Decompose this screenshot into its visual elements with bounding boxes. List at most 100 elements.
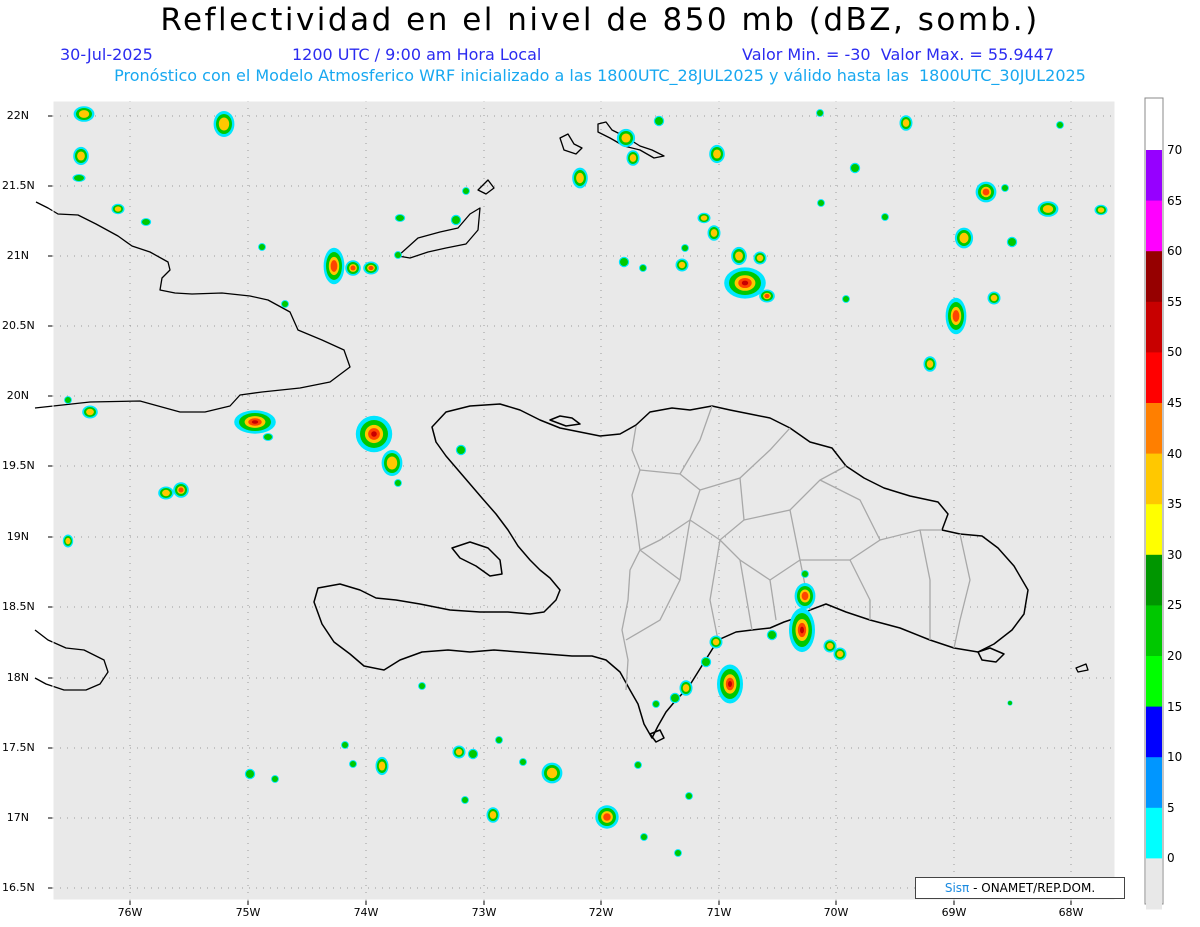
colorbar-label: 0 <box>1167 851 1175 866</box>
colorbar-segment <box>1146 757 1162 809</box>
storm-cell <box>923 356 937 372</box>
storm-cell <box>281 300 289 308</box>
colorbar-segment <box>1146 251 1162 303</box>
storm-cell <box>681 244 689 252</box>
storm-cell <box>455 444 467 456</box>
latitude-label: 18N <box>6 671 29 684</box>
storm-cell <box>975 181 997 203</box>
storm-cell <box>375 756 389 776</box>
storm-cell <box>262 433 274 441</box>
storm-cell <box>258 243 266 251</box>
colorbar-label: 50 <box>1167 345 1183 360</box>
colorbar-label: 20 <box>1167 649 1183 663</box>
storm-cell <box>73 106 95 122</box>
storm-cell <box>789 607 815 653</box>
storm-cell <box>72 174 86 182</box>
storm-cell <box>1006 236 1018 248</box>
storm-cell <box>495 736 503 744</box>
longitude-label: 70W <box>823 906 849 919</box>
latitude-label: 21N <box>6 249 29 262</box>
latitude-label: 16.5N <box>2 881 35 894</box>
colorbar-segment <box>1146 706 1162 758</box>
storm-cell <box>595 805 619 829</box>
reflectivity-map <box>34 97 1164 910</box>
colorbar-label: 5 <box>1167 800 1175 815</box>
storm-cell <box>899 115 913 131</box>
longitude-label: 73W <box>471 906 497 919</box>
storm-cell <box>394 479 402 487</box>
storm-cell <box>945 297 967 335</box>
colorbar-label: 45 <box>1167 396 1183 410</box>
colorbar-label: 10 <box>1167 750 1183 765</box>
colorbar-segment <box>1146 453 1162 505</box>
colorbar-segment <box>1146 656 1162 708</box>
storm-cell <box>1094 204 1108 216</box>
longitude-label: 76W <box>117 906 143 919</box>
storm-cell <box>140 218 152 226</box>
colorbar-cap <box>1146 99 1162 150</box>
storm-cell <box>639 264 647 272</box>
storm-cell <box>816 109 824 117</box>
storm-cell <box>697 212 711 224</box>
storm-cell <box>341 741 349 749</box>
colorbar-label: 15 <box>1167 699 1183 714</box>
storm-cell <box>653 115 665 127</box>
storm-cell <box>766 629 778 641</box>
storm-cell <box>759 289 775 303</box>
latitude-label: 21.5N <box>2 179 35 192</box>
storm-cell <box>418 682 426 690</box>
storm-cell <box>111 203 125 215</box>
storm-cell <box>881 213 889 221</box>
storm-cell <box>817 199 825 207</box>
storm-cell <box>669 692 681 704</box>
colorbar-segment <box>1146 858 1162 910</box>
plot-area <box>53 101 1115 900</box>
storm-cell <box>833 647 847 661</box>
storm-cell <box>62 534 74 548</box>
storm-cell <box>685 792 693 800</box>
storm-cell <box>519 758 527 766</box>
storm-cell <box>541 762 563 784</box>
storm-cell <box>731 246 747 266</box>
storm-cell <box>626 150 640 166</box>
latitude-label: 22N <box>6 109 29 122</box>
colorbar-label: 40 <box>1167 446 1183 461</box>
colorbar-label: 30 <box>1167 547 1183 562</box>
storm-cell <box>323 247 345 285</box>
longitude-label: 71W <box>706 906 732 919</box>
colorbar-label: 60 <box>1167 244 1183 259</box>
storm-cell <box>1001 184 1009 192</box>
latitude-label: 18.5N <box>2 600 35 613</box>
latitude-label: 17.5N <box>2 741 35 754</box>
longitude-label: 74W <box>353 906 379 919</box>
storm-cell <box>616 128 636 148</box>
latitude-label: 20.5N <box>2 319 35 332</box>
storm-cell <box>572 167 588 189</box>
colorbar-segment <box>1146 605 1162 657</box>
longitude-label: 69W <box>941 906 967 919</box>
storm-cell <box>709 144 725 164</box>
longitude-label: 72W <box>588 906 614 919</box>
storm-cell <box>467 748 479 760</box>
colorbar-segment <box>1146 301 1162 353</box>
longitude-label: 68W <box>1058 906 1084 919</box>
colorbar-segment <box>1146 403 1162 455</box>
storm-cell <box>954 227 974 249</box>
storm-cell <box>700 656 712 668</box>
storm-cell <box>794 583 816 609</box>
colorbar-segment <box>1146 807 1162 859</box>
storm-cell <box>707 225 721 241</box>
storm-cell <box>173 482 189 498</box>
storm-cell <box>355 415 393 453</box>
storm-cell <box>213 111 235 137</box>
storm-cell <box>462 187 470 195</box>
colorbar-label: 65 <box>1167 193 1183 208</box>
storm-cell <box>634 761 642 769</box>
latitude-label: 17N <box>6 811 29 824</box>
storm-cell <box>345 260 361 276</box>
storm-cell <box>675 258 689 272</box>
colorbar-segment <box>1146 150 1162 202</box>
colorbar-label: 25 <box>1167 598 1183 613</box>
storm-cell <box>724 267 766 299</box>
storm-cell <box>381 450 403 476</box>
